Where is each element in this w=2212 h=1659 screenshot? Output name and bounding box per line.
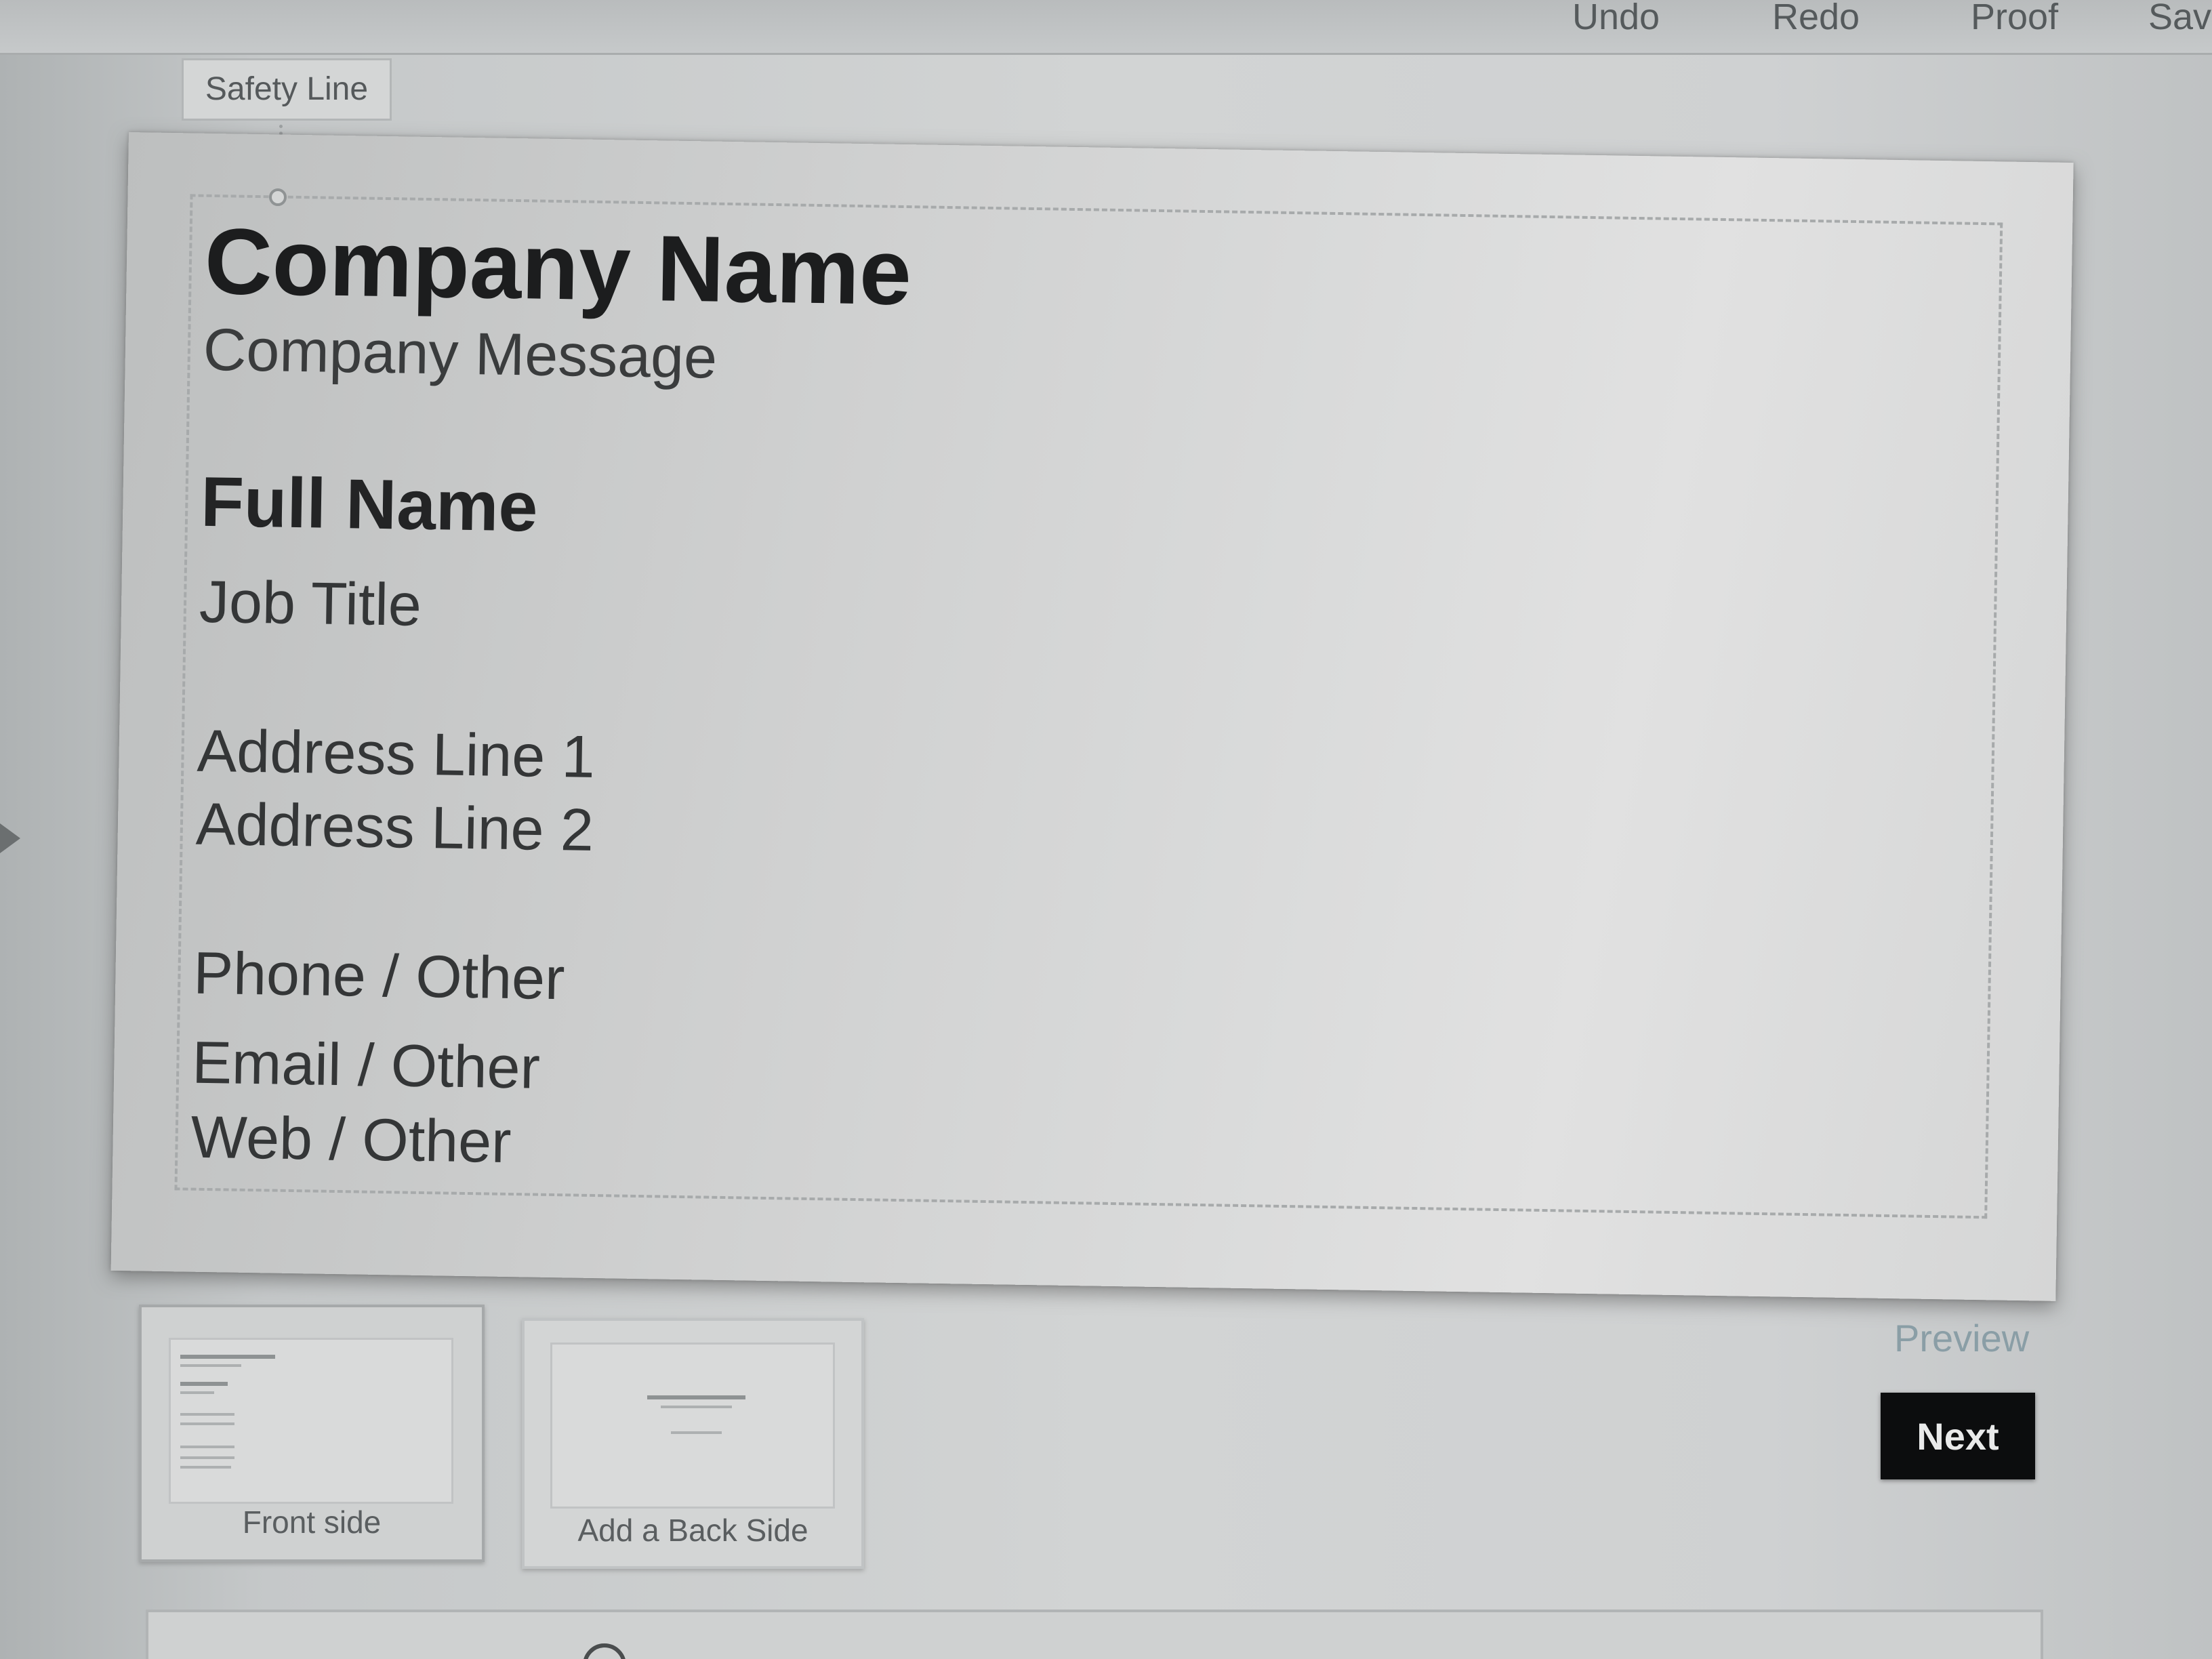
preview-link[interactable]: Preview [1894, 1316, 2029, 1360]
front-side-label: Front side [242, 1504, 382, 1540]
full-name-field[interactable]: Full Name [200, 462, 539, 548]
safety-line-handle[interactable] [269, 188, 287, 206]
design-editor: Undo Redo Proof Sav Safety Line Company … [0, 0, 2212, 1659]
job-title-field[interactable]: Job Title [199, 567, 422, 640]
email-field[interactable]: Email / Other [192, 1028, 541, 1103]
address-line-2-field[interactable]: Address Line 2 [195, 790, 594, 865]
safety-line-toggle[interactable]: Safety Line [182, 58, 392, 121]
bottom-panel [146, 1610, 2043, 1659]
mini-text-line [180, 1382, 228, 1386]
web-field[interactable]: Web / Other [190, 1103, 512, 1176]
mini-text-line [180, 1466, 231, 1469]
mouse-cursor-icon [0, 823, 20, 853]
phone-field[interactable]: Phone / Other [193, 939, 565, 1014]
next-button[interactable]: Next [1881, 1393, 2035, 1479]
proof-button[interactable]: Proof [1971, 0, 2058, 38]
mini-text-line [180, 1413, 234, 1416]
back-side-preview [550, 1343, 835, 1509]
mini-text-line [180, 1456, 234, 1459]
mini-text-line [180, 1422, 234, 1425]
add-back-side-thumbnail[interactable]: Add a Back Side [522, 1318, 864, 1569]
front-side-thumbnail[interactable]: Front side [139, 1305, 485, 1562]
undo-button[interactable]: Undo [1572, 0, 1660, 38]
save-button[interactable]: Sav [2148, 0, 2211, 38]
company-message-field[interactable]: Company Message [203, 315, 718, 392]
mini-text-line [180, 1446, 234, 1448]
mini-text-line [671, 1431, 722, 1434]
redo-button[interactable]: Redo [1772, 0, 1860, 38]
company-name-field[interactable]: Company Name [204, 208, 912, 327]
mini-text-line [180, 1364, 241, 1367]
top-toolbar: Undo Redo Proof Sav [0, 0, 2212, 55]
mini-text-line [180, 1355, 275, 1359]
add-back-side-label: Add a Back Side [577, 1513, 808, 1548]
mini-text-line [647, 1395, 745, 1399]
mini-text-line [661, 1406, 732, 1408]
address-line-1-field[interactable]: Address Line 1 [197, 716, 596, 792]
front-side-preview [169, 1338, 453, 1504]
business-card-canvas: Company Name Company Message Full Name J… [110, 132, 2074, 1301]
mini-text-line [180, 1391, 214, 1394]
